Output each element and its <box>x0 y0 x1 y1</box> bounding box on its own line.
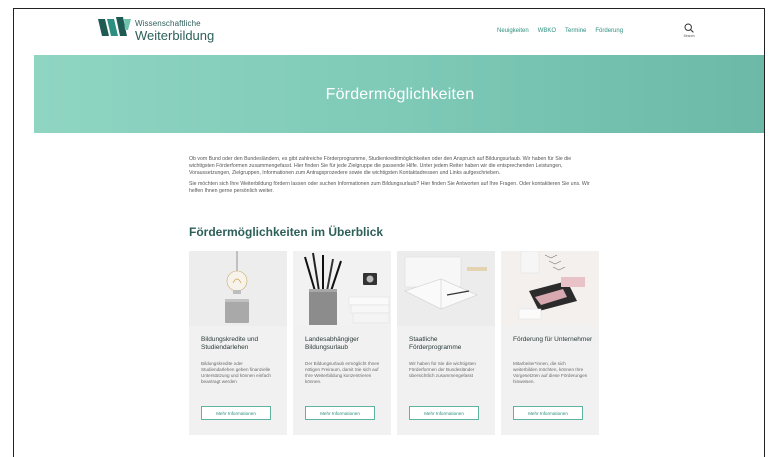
card-foerderprogramme: Staatliche Förderprogramme Wir haben für… <box>397 251 495 435</box>
card-bildungskredite: Bildungskredite und Studiendarlehen Bild… <box>189 251 287 435</box>
card-text: Bildungskredite oder Studiendarlehen geb… <box>201 361 271 384</box>
search-button[interactable]: Search <box>678 23 700 38</box>
pens-illustration-icon <box>293 251 391 326</box>
card-text: Mitarbeiter*innen, die sich weiterbilden… <box>513 361 588 384</box>
logo-line-2: Weiterbildung <box>135 28 215 43</box>
card-grid: Bildungskredite und Studiendarlehen Bild… <box>189 251 599 435</box>
search-icon <box>684 23 694 33</box>
nav-item-neuigkeiten[interactable]: Neuigkeiten <box>497 28 529 34</box>
card-text: Wir haben für Sie die wichtigsten Förder… <box>409 361 476 378</box>
search-label: Search <box>683 34 695 38</box>
more-info-button[interactable]: Mehr Informationen <box>305 406 375 420</box>
more-info-button[interactable]: Mehr Informationen <box>409 406 479 420</box>
desk-illustration-icon <box>501 251 599 326</box>
card-image-pens <box>293 251 391 326</box>
card-bildungsurlaub: Landesabhängiger Bildungsurlaub Der Bild… <box>293 251 391 435</box>
page-frame: Wissenschaftliche Weiterbildung Neuigkei… <box>13 8 765 457</box>
card-image-lamp <box>189 251 287 326</box>
more-info-button[interactable]: Mehr Informationen <box>201 406 271 420</box>
site-logo[interactable]: Wissenschaftliche Weiterbildung <box>98 14 214 42</box>
page-title: Fördermöglichkeiten <box>325 86 475 103</box>
lamp-illustration-icon <box>189 251 287 326</box>
hero-banner: Fördermöglichkeiten <box>34 55 764 133</box>
logo-mark-icon <box>98 17 131 36</box>
card-title: Förderung für Unternehmer <box>513 336 593 343</box>
card-title: Landesabhängiger Bildungsurlaub <box>305 336 359 351</box>
nav-item-foerderung[interactable]: Förderung <box>595 28 623 34</box>
logo-line-1: Wissenschaftliche <box>135 19 201 28</box>
nav-item-termine[interactable]: Termine <box>565 28 586 34</box>
intro-text: Ob vom Bund oder den Bundesländern, es g… <box>189 156 594 199</box>
site-header: Wissenschaftliche Weiterbildung Neuigkei… <box>14 9 764 55</box>
intro-paragraph-2: Sie möchten sich Ihre Weiterbildung förd… <box>189 181 590 194</box>
nav-item-wbko[interactable]: WBKO <box>538 28 556 34</box>
more-info-button[interactable]: Mehr Informationen <box>513 406 583 420</box>
section-title: Fördermöglichkeiten im Überblick <box>189 225 384 239</box>
card-image-notebook <box>397 251 495 326</box>
card-title: Staatliche Förderprogramme <box>409 336 462 351</box>
card-unternehmer: Förderung für Unternehmer Mitarbeiter*in… <box>501 251 599 435</box>
main-nav: Neuigkeiten WBKO Termine Förderung <box>497 28 623 34</box>
card-text: Der Bildungsurlaub ermöglicht Ihnen nöti… <box>305 361 380 384</box>
notebook-illustration-icon <box>397 251 495 326</box>
intro-paragraph-1: Ob vom Bund oder den Bundesländern, es g… <box>189 156 572 176</box>
card-image-desk <box>501 251 599 326</box>
card-title: Bildungskredite und Studiendarlehen <box>201 336 259 351</box>
